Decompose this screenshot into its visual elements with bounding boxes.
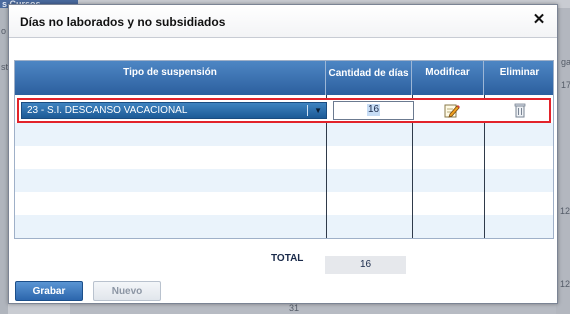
background-fragment: ga	[561, 57, 570, 67]
edit-pencil-icon[interactable]	[444, 103, 460, 118]
trash-can-icon[interactable]	[514, 103, 526, 118]
total-label: TOTAL	[271, 253, 304, 264]
background-number: 12	[560, 279, 570, 289]
suspension-type-select[interactable]: 23 - S.I. DESCANSO VACACIONAL ▼	[21, 102, 327, 119]
background-right-strip	[556, 8, 570, 314]
column-header-cantidad: Cantidad de días	[326, 61, 412, 95]
column-header-eliminar: Eliminar	[499, 67, 540, 78]
total-value: 16	[325, 256, 406, 274]
background-number: 31	[289, 303, 300, 313]
background-fragment: o	[1, 26, 7, 36]
background-fragment: st	[1, 62, 9, 72]
suspension-grid: Tipo de suspensión Cantidad de días Modi…	[14, 60, 554, 239]
dialog: Días no laborados y no subsidiados ✕ Tip…	[8, 4, 558, 304]
save-button[interactable]: Grabar	[15, 281, 83, 301]
column-header-tipo: Tipo de suspensión	[15, 61, 326, 95]
grid-header: Tipo de suspensión Cantidad de días Modi…	[15, 61, 553, 95]
background-fragment: 17	[561, 80, 570, 90]
table-row	[15, 146, 553, 169]
suspension-type-value: 23 - S.I. DESCANSO VACACIONAL	[27, 105, 188, 116]
background-left-strip	[0, 8, 8, 314]
dropdown-arrow-icon[interactable]: ▼	[314, 103, 322, 118]
quantity-days-value: 16	[367, 104, 381, 116]
table-row	[15, 169, 553, 192]
table-row	[15, 192, 553, 215]
select-separator	[307, 105, 308, 116]
table-row-selected[interactable]: 23 - S.I. DESCANSO VACACIONAL ▼ 16	[17, 98, 551, 123]
dialog-title: Días no laborados y no subsidiados	[20, 15, 226, 29]
new-button[interactable]: Nuevo	[93, 281, 161, 301]
table-row	[15, 123, 553, 146]
table-row	[15, 215, 553, 238]
column-header-modificar: Modificar	[412, 61, 484, 95]
dialog-header: Días no laborados y no subsidiados ✕	[9, 5, 557, 38]
background-number: 12	[560, 206, 570, 216]
close-icon[interactable]: ✕	[531, 12, 547, 28]
